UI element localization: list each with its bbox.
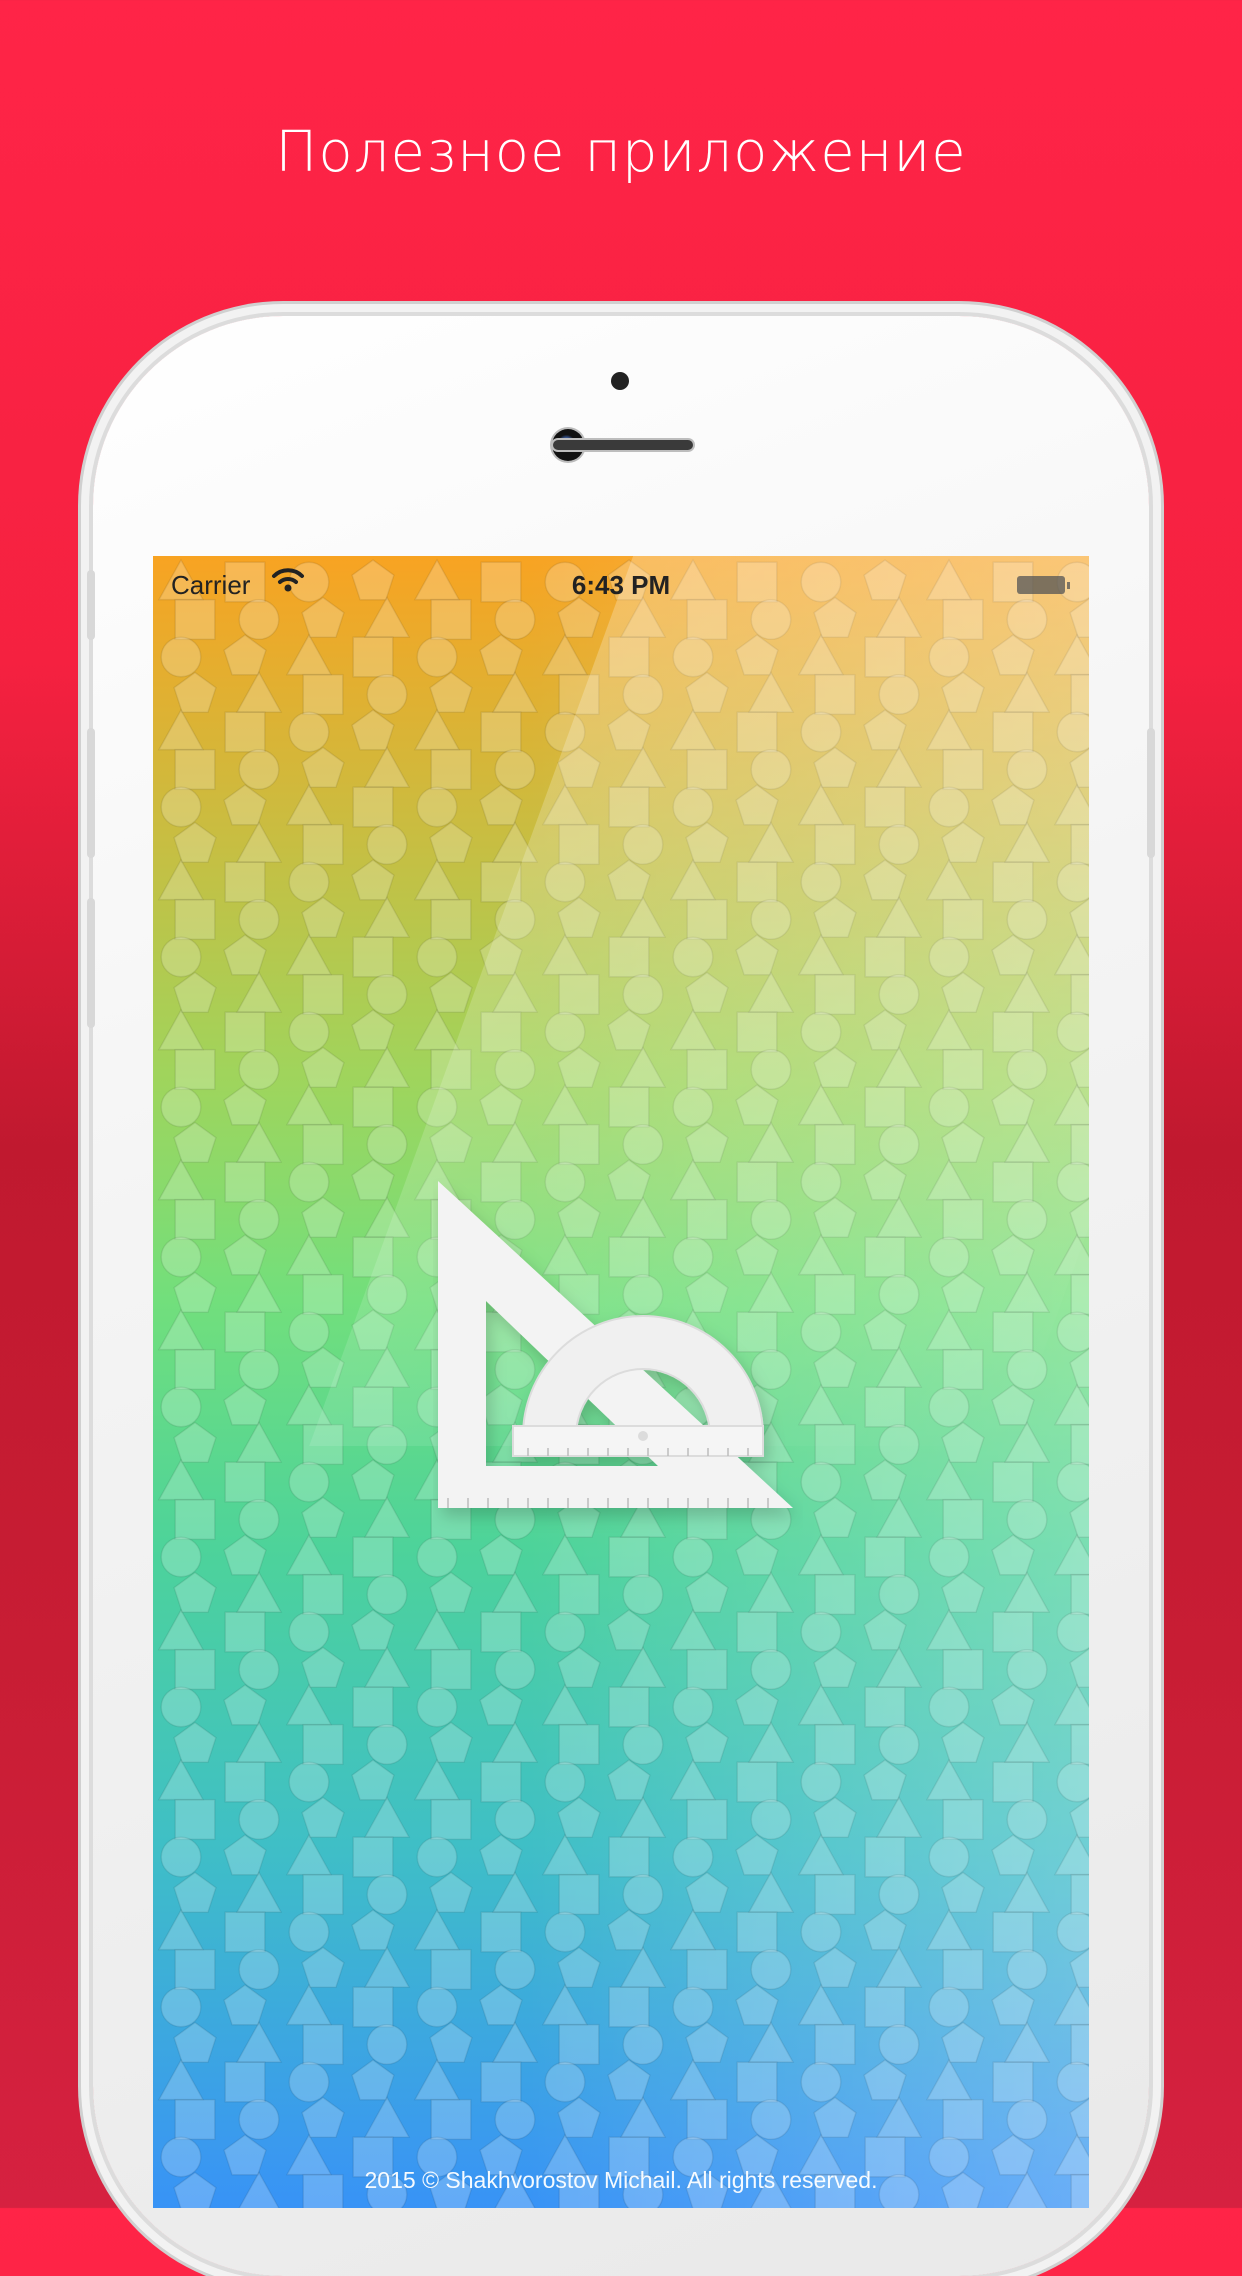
proximity-sensor: [611, 372, 629, 390]
volume-up-button: [87, 728, 95, 858]
status-time: 6:43 PM: [571, 570, 671, 600]
phone-mockup: Carrier 6:43 PM 2015 © Shakhvorostov Mic…: [87, 316, 1155, 2276]
battery-icon: [1017, 576, 1070, 594]
mute-switch: [87, 570, 95, 640]
headline: Полезное приложение: [275, 120, 967, 185]
volume-down-button: [87, 898, 95, 1028]
app-screen[interactable]: Carrier 6:43 PM 2015 © Shakhvorostov Mic…: [153, 556, 1089, 2208]
status-bar: Carrier 6:43 PM: [153, 556, 1089, 612]
set-square-protractor-icon: [438, 1181, 793, 1508]
power-button: [1147, 728, 1155, 858]
copyright-footer: 2015 © Shakhvorostov Michail. All rights…: [364, 2167, 878, 2193]
earpiece-speaker: [553, 440, 693, 450]
